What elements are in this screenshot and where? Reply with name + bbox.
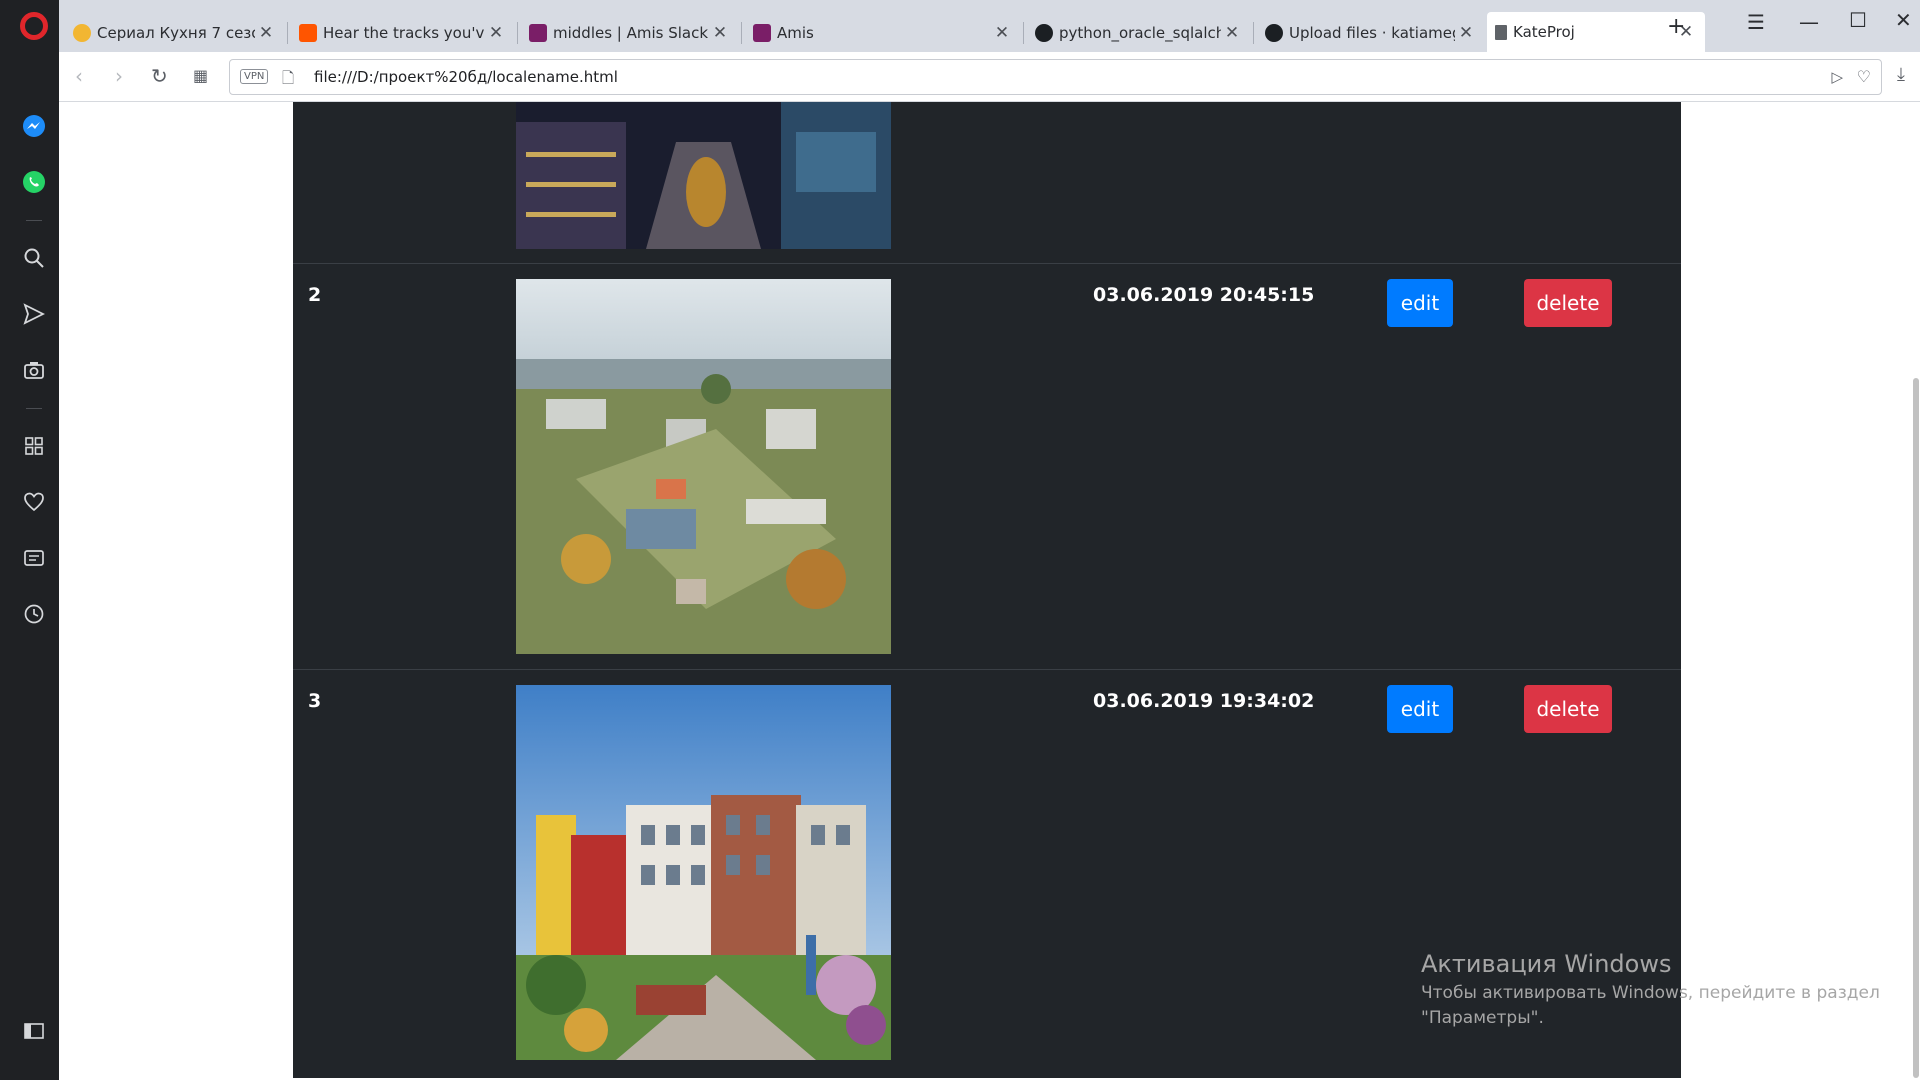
tab-label: Сериал Кухня 7 сезон 2 bbox=[97, 24, 255, 42]
tab-label: KateProj bbox=[1513, 23, 1575, 41]
tab-label: Amis bbox=[777, 24, 814, 42]
maximize-icon[interactable]: ☐ bbox=[1849, 8, 1867, 32]
send-icon[interactable] bbox=[20, 300, 48, 328]
sidebar-separator bbox=[26, 220, 42, 221]
whatsapp-icon[interactable] bbox=[20, 168, 48, 196]
records-table: 2 03.06.2019 20:45:15 edit delete 3 03.0… bbox=[293, 102, 1681, 1078]
scrollbar-thumb[interactable] bbox=[1913, 378, 1919, 1078]
activation-watermark-line: Чтобы активировать Windows, перейдите в … bbox=[1421, 983, 1880, 1003]
tab-kitchen[interactable]: Сериал Кухня 7 сезон 2 ✕ bbox=[65, 14, 285, 52]
speed-dial-icon[interactable] bbox=[20, 432, 48, 460]
tab-label: python_oracle_sqlalchem bbox=[1059, 24, 1221, 42]
tab-separator bbox=[1023, 22, 1024, 44]
row-number: 3 bbox=[308, 690, 322, 712]
camera-icon[interactable] bbox=[20, 356, 48, 384]
search-icon[interactable] bbox=[20, 244, 48, 272]
forward-icon[interactable]: › bbox=[115, 64, 123, 88]
slack-icon bbox=[529, 24, 547, 42]
close-icon[interactable]: ✕ bbox=[709, 23, 731, 43]
send-page-icon[interactable]: ▷ bbox=[1831, 68, 1843, 86]
tabs-grid-icon[interactable]: ▦ bbox=[193, 66, 208, 85]
close-icon[interactable]: ✕ bbox=[255, 23, 277, 43]
close-icon[interactable]: ✕ bbox=[485, 23, 507, 43]
window-close-icon[interactable]: ✕ bbox=[1895, 8, 1912, 32]
tab-separator bbox=[287, 22, 288, 44]
heart-icon[interactable] bbox=[20, 488, 48, 516]
row-number: 2 bbox=[308, 284, 322, 306]
edit-button[interactable]: edit bbox=[1387, 279, 1453, 327]
history-icon[interactable] bbox=[20, 600, 48, 628]
close-icon[interactable]: ✕ bbox=[991, 23, 1013, 43]
news-icon[interactable] bbox=[20, 544, 48, 572]
back-icon[interactable]: ‹ bbox=[75, 64, 83, 88]
file-icon bbox=[1495, 24, 1507, 40]
page-info-icon[interactable]: 🗋 bbox=[282, 68, 294, 93]
url-text[interactable]: file:///D:/проект%20бд/localename.html bbox=[314, 68, 618, 86]
delete-button[interactable]: delete bbox=[1524, 279, 1612, 327]
download-icon[interactable]: ⤓ bbox=[1897, 64, 1905, 85]
activation-watermark-title: Активация Windows bbox=[1421, 950, 1672, 978]
emoji-favicon-icon bbox=[73, 24, 91, 42]
tab-label: Hear the tracks you've li bbox=[323, 24, 485, 42]
close-icon[interactable]: ✕ bbox=[1221, 23, 1243, 43]
sidebar-toggle-icon[interactable] bbox=[20, 1017, 48, 1045]
github-icon bbox=[1035, 24, 1053, 42]
soundcloud-icon bbox=[299, 24, 317, 42]
table-row: 2 03.06.2019 20:45:15 edit delete bbox=[293, 263, 1681, 669]
tab-separator bbox=[1253, 22, 1254, 44]
page-viewport: 2 03.06.2019 20:45:15 edit delete 3 03.0… bbox=[59, 102, 1920, 1080]
tab-label: middles | Amis Slack bbox=[553, 24, 709, 42]
close-icon[interactable]: ✕ bbox=[1455, 23, 1477, 43]
activation-watermark-line: "Параметры". bbox=[1421, 1008, 1544, 1028]
row-date: 03.06.2019 19:34:02 bbox=[1093, 690, 1315, 712]
vpn-badge[interactable]: VPN bbox=[240, 69, 269, 84]
row-image bbox=[516, 685, 891, 1060]
row-image bbox=[516, 102, 891, 249]
tab-label: Upload files · katiamega bbox=[1289, 24, 1455, 42]
tab-slack[interactable]: middles | Amis Slack ✕ bbox=[521, 14, 739, 52]
opera-logo-icon[interactable] bbox=[20, 12, 48, 40]
tab-github-upload[interactable]: Upload files · katiamega ✕ bbox=[1257, 14, 1485, 52]
browser-sidebar bbox=[0, 0, 59, 1080]
tab-soundcloud[interactable]: Hear the tracks you've li ✕ bbox=[291, 14, 515, 52]
tab-amis[interactable]: Amis ✕ bbox=[745, 14, 1021, 52]
tab-bar: Сериал Кухня 7 сезон 2 ✕ Hear the tracks… bbox=[59, 0, 1920, 52]
scrollbar-track[interactable] bbox=[1911, 102, 1920, 1080]
tab-separator bbox=[517, 22, 518, 44]
row-image bbox=[516, 279, 891, 654]
delete-button[interactable]: delete bbox=[1524, 685, 1612, 733]
minimize-icon[interactable]: — bbox=[1799, 10, 1819, 34]
address-toolbar: ‹ › ↻ ▦ VPN 🗋 file:///D:/проект%20бд/loc… bbox=[59, 52, 1920, 102]
amis-icon bbox=[753, 24, 771, 42]
edit-button[interactable]: edit bbox=[1387, 685, 1453, 733]
row-date: 03.06.2019 20:45:15 bbox=[1093, 284, 1315, 306]
new-tab-icon[interactable]: + bbox=[1667, 14, 1685, 39]
sidebar-separator bbox=[26, 408, 42, 409]
tab-menu-icon[interactable]: ☰ bbox=[1747, 10, 1765, 34]
messenger-icon[interactable] bbox=[20, 112, 48, 140]
tab-github-python[interactable]: python_oracle_sqlalchem ✕ bbox=[1027, 14, 1251, 52]
github-icon bbox=[1265, 24, 1283, 42]
reload-icon[interactable]: ↻ bbox=[151, 64, 168, 88]
address-field[interactable]: VPN 🗋 file:///D:/проект%20бд/localename.… bbox=[229, 59, 1882, 95]
bookmark-heart-icon[interactable]: ♡ bbox=[1857, 67, 1871, 86]
tab-separator bbox=[741, 22, 742, 44]
